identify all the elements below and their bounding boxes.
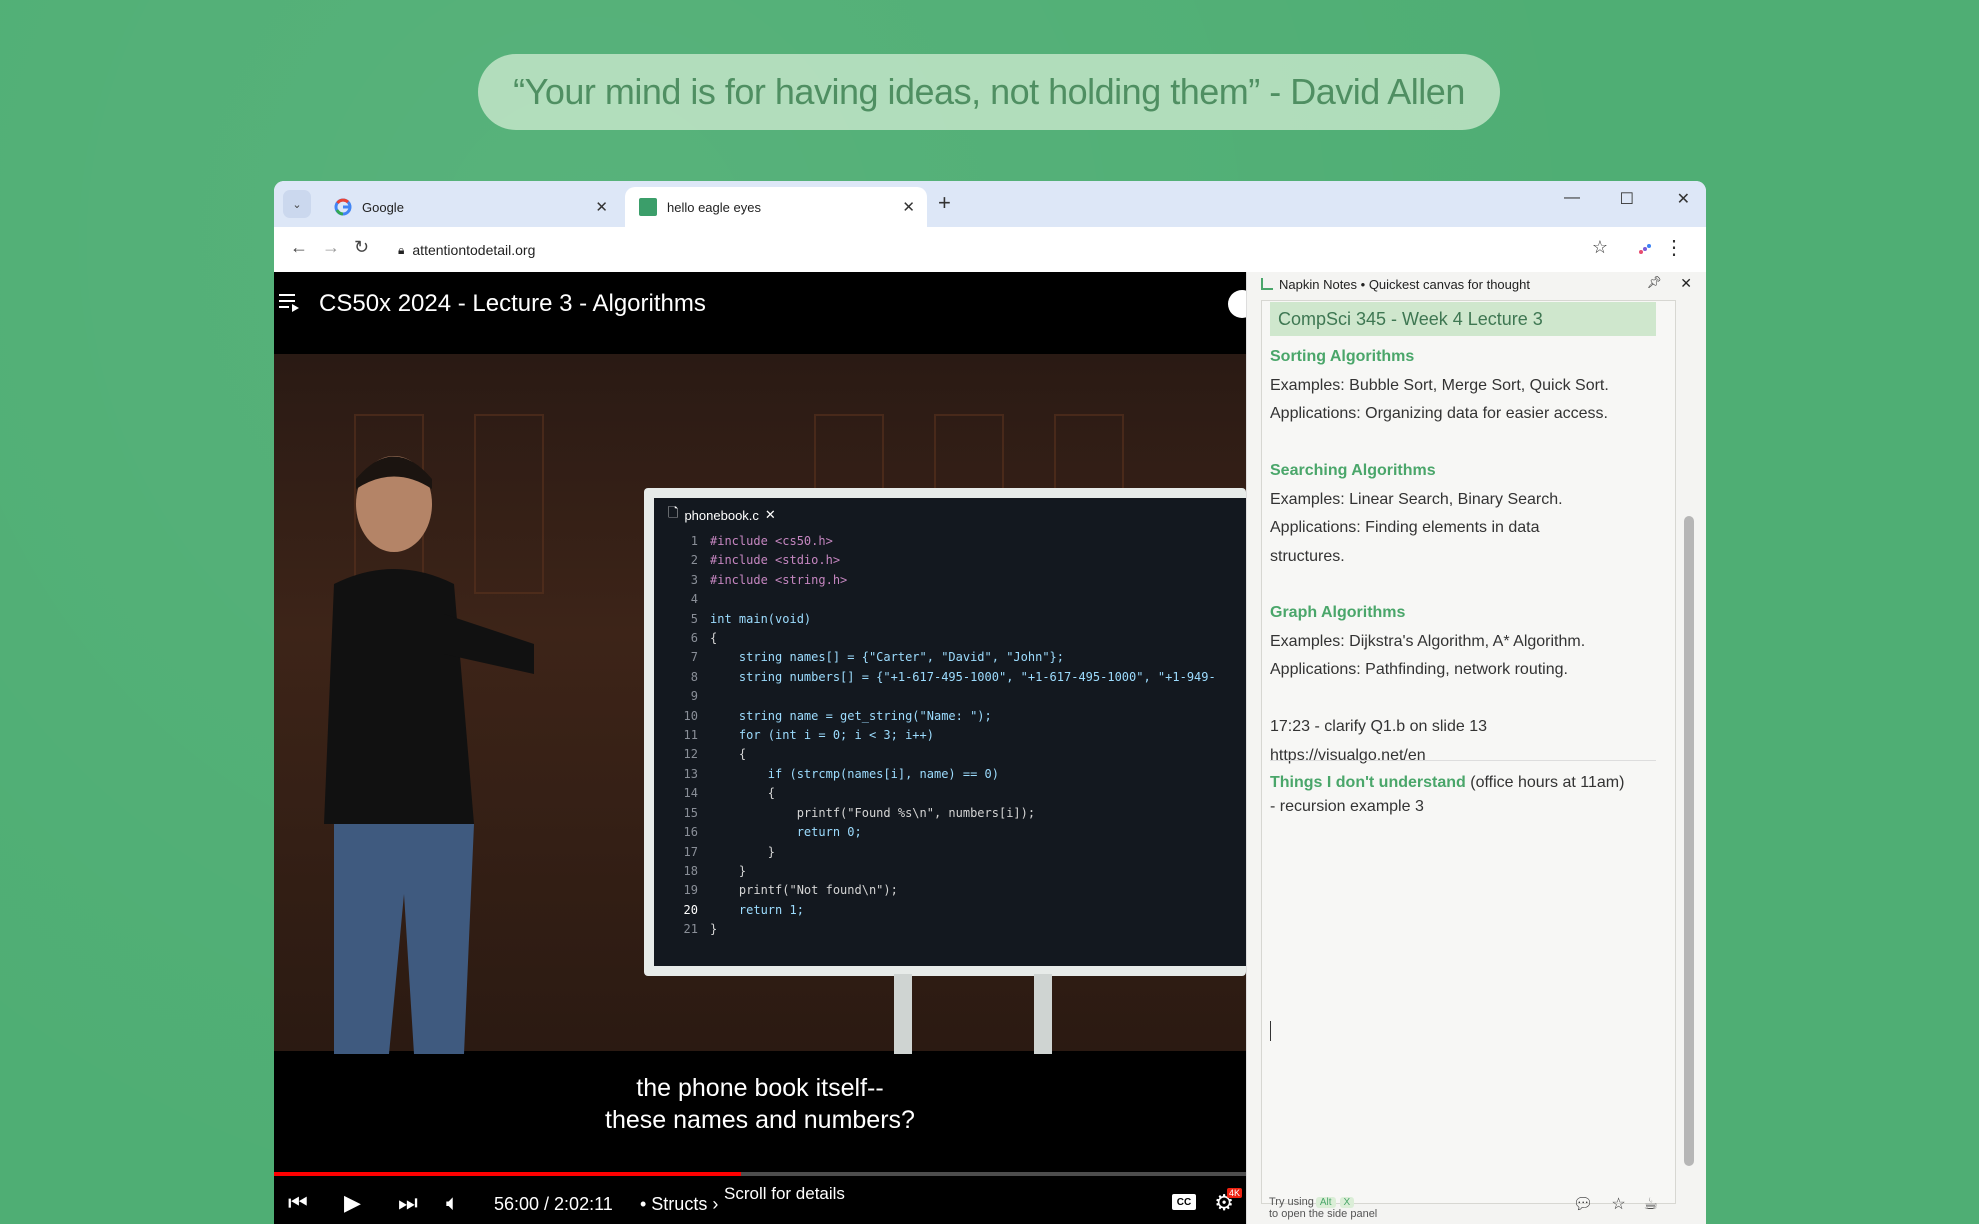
code-file-tab: 🗋 phonebook.c ✕ (668, 504, 776, 526)
code-line: 20 return 1; (683, 902, 804, 917)
bookmark-star-icon[interactable]: ☆ (1592, 237, 1608, 258)
cc-icon[interactable]: CC (1172, 1194, 1196, 1210)
footer-actions: 💬︎ ☆ ☕︎ (1573, 1194, 1658, 1214)
playlist-icon[interactable] (277, 290, 301, 314)
scrollbar[interactable] (1684, 516, 1694, 1166)
tab-hello-eagle-eyes[interactable]: hello eagle eyes ✕ (625, 187, 927, 227)
chevron-down-icon: ⌄ (292, 198, 302, 211)
tab-title: hello eagle eyes (667, 199, 761, 215)
code-line: 15 printf("Found %s\n", numbers[i]); (683, 805, 1036, 820)
note-section-graph[interactable]: Graph Algorithms Examples: Dijkstra's Al… (1270, 599, 1585, 770)
address-bar[interactable]: 🔒︎ attentiontodetail.org (398, 237, 535, 263)
back-icon[interactable]: ← (290, 237, 308, 258)
note-section-sorting[interactable]: Sorting Algorithms Examples: Bubble Sort… (1270, 343, 1609, 429)
code-line: 10 string name = get_string("Name: "); (683, 708, 992, 723)
scroll-hint[interactable]: Scroll for details (724, 1184, 845, 1204)
notes-canvas[interactable]: CompSci 345 - Week 4 Lecture 3 Sorting A… (1261, 300, 1676, 1204)
code-line: 9 (690, 689, 698, 704)
code-line: 2 #include <stdio.h> (690, 553, 841, 568)
code-line: 7 string names[] = {"Carter", "David", "… (690, 650, 1065, 665)
divider (1270, 760, 1656, 761)
close-icon: ✕ (764, 507, 776, 522)
code-line: 18 } (683, 863, 747, 878)
lock-icon: 🔒︎ (398, 242, 405, 257)
subtitle-caption: the phone book itself-- these names and … (605, 1074, 915, 1134)
quality-badge: 4K (1226, 1188, 1242, 1198)
side-panel-footer: Try using Alt X to open the side panel (1269, 1196, 1378, 1220)
code-line: 6{ (690, 631, 718, 646)
progress-fill (274, 1172, 741, 1176)
star-icon[interactable]: ☆ (1611, 1194, 1625, 1214)
close-window-icon[interactable]: ✕ (1677, 189, 1690, 209)
close-icon[interactable]: ✕ (1680, 275, 1692, 292)
side-panel-title: Napkin Notes • Quickest canvas for thoug… (1279, 277, 1530, 292)
side-panel: Napkin Notes • Quickest canvas for thoug… (1246, 272, 1706, 1224)
note-heading[interactable]: CompSci 345 - Week 4 Lecture 3 (1270, 302, 1656, 336)
code-line: 11 for (int i = 0; i < 3; i++) (683, 728, 934, 743)
code-listing: 1 #include <cs50.h> 2 #include <stdio.h> 3 #i… (674, 532, 1216, 940)
tab-search-button[interactable]: ⌄ (283, 190, 311, 218)
tab-google[interactable]: Google ✕ (320, 187, 620, 227)
minimize-icon[interactable]: — (1564, 189, 1580, 207)
clock-icon[interactable] (1228, 290, 1246, 318)
browser-window: ⌄ Google ✕ hello eagle eyes ✕ + — ☐ ✕ ← … (274, 181, 1706, 1224)
maximize-icon[interactable]: ☐ (1620, 189, 1634, 209)
url-text: attentiontodetail.org (412, 242, 536, 258)
video-title[interactable]: CS50x 2024 - Lecture 3 - Algorithms (319, 290, 706, 318)
code-line: 3 #include <string.h> (690, 572, 848, 587)
file-icon: 🗋 (668, 505, 679, 520)
lecturer-figure (324, 456, 534, 1054)
previous-icon[interactable]: ⏮ (288, 1190, 308, 1216)
napkin-extension-icon[interactable] (1636, 240, 1654, 258)
tab-title: Google (362, 199, 404, 215)
code-line: 17 } (683, 844, 776, 859)
close-icon[interactable]: ✕ (902, 198, 915, 216)
code-line: 8 string numbers[] = {"+1-617-495-1000",… (690, 669, 1216, 684)
comment-icon[interactable]: 💬︎ (1573, 1194, 1593, 1214)
close-icon[interactable]: ✕ (595, 198, 608, 216)
pin-icon[interactable]: 📌︎ (1647, 275, 1662, 289)
text-cursor (1270, 1021, 1271, 1041)
code-line: 1 #include <cs50.h> (690, 534, 833, 548)
volume-icon[interactable]: 🔈︎ (446, 1190, 459, 1216)
code-line: 4 (690, 592, 698, 607)
code-line: 14 { (683, 786, 776, 801)
chapter-label[interactable]: • Structs › (640, 1194, 718, 1215)
play-icon[interactable]: ▶ (344, 1190, 361, 1216)
new-tab-button[interactable]: + (938, 190, 951, 216)
quote-banner: “Your mind is for having ideas, not hold… (478, 54, 1500, 130)
green-square-icon (639, 198, 657, 216)
next-icon[interactable]: ⏭ (398, 1190, 418, 1216)
google-icon (334, 198, 352, 216)
forward-icon[interactable]: → (322, 237, 340, 258)
coffee-icon[interactable]: ☕︎ (1644, 1194, 1658, 1214)
video-player[interactable]: CS50x 2024 - Lecture 3 - Algorithms 🗋 ph… (274, 272, 1246, 1224)
video-frame: 🗋 phonebook.c ✕ 1 #include <cs50.h> 2 #incl… (274, 354, 1246, 1054)
menu-icon[interactable]: ⋮ (1664, 235, 1684, 260)
note-section-questions[interactable]: Things I don't understand (office hours … (1270, 771, 1624, 819)
player-controls: ⏮ ▶ ⏭ 🔈︎ 56:00 / 2:02:11 • Structs › Scr… (274, 1182, 1246, 1224)
note-section-searching[interactable]: Searching Algorithms Examples: Linear Se… (1270, 457, 1563, 571)
code-board: 🗋 phonebook.c ✕ 1 #include <cs50.h> 2 #incl… (644, 488, 1246, 976)
napkin-logo-icon (1261, 278, 1273, 290)
link-note: https://visualgo.net/en (1270, 746, 1426, 764)
code-line: 16 return 0; (683, 825, 862, 840)
side-panel-header: Napkin Notes • Quickest canvas for thoug… (1247, 272, 1706, 296)
code-line: 12 { (683, 747, 747, 762)
code-line: 5 int main(void) (690, 611, 812, 626)
progress-bar[interactable] (274, 1172, 1246, 1176)
reload-icon[interactable]: ↻ (354, 237, 369, 258)
code-line: 21} (683, 922, 718, 937)
code-line: 19 printf("Not found\n"); (683, 883, 898, 898)
toolbar: ← → ↻ 🔒︎ attentiontodetail.org ☆ ⋮ (274, 227, 1706, 271)
code-line: 13 if (strcmp(names[i], name) == 0) (683, 766, 999, 781)
tab-bar: ⌄ Google ✕ hello eagle eyes ✕ + — ☐ ✕ (274, 181, 1706, 227)
